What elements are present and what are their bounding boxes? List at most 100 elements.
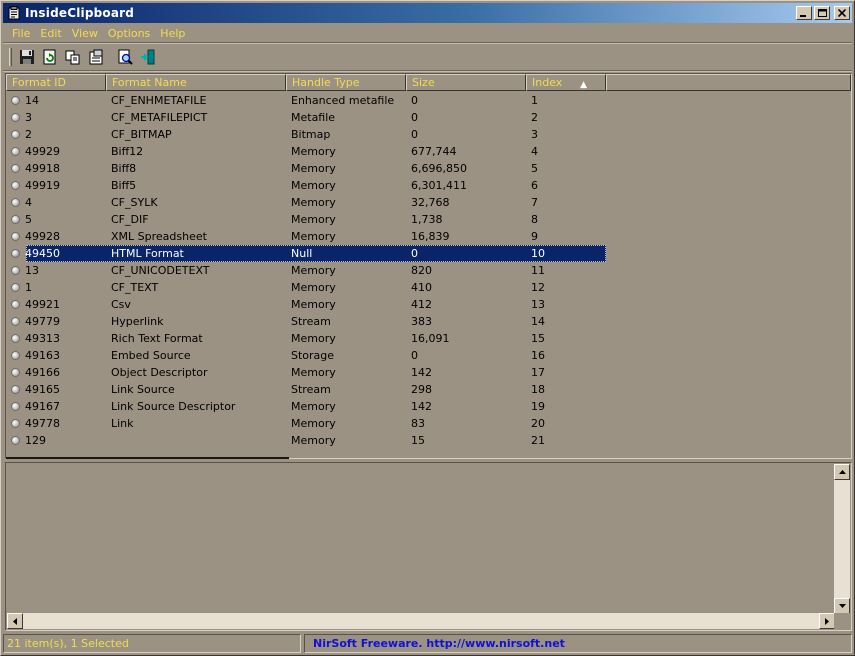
arrow-down-icon bbox=[838, 604, 846, 608]
pane-splitter[interactable] bbox=[6, 457, 289, 459]
table-row[interactable]: 2 CF_BITMAP Bitmap 0 3 bbox=[6, 126, 851, 143]
horizontal-scrollbar[interactable] bbox=[7, 613, 835, 629]
format-item-icon bbox=[11, 215, 20, 224]
table-row[interactable]: 49929 Biff12 Memory 677,744 4 bbox=[6, 143, 851, 160]
cell-index: 11 bbox=[531, 264, 545, 277]
format-id-text: 49167 bbox=[25, 400, 60, 413]
table-row[interactable]: 49928 XML Spreadsheet Memory 16,839 9 bbox=[6, 228, 851, 245]
menu-view[interactable]: View bbox=[67, 27, 103, 40]
cell-index: 2 bbox=[531, 111, 538, 124]
column-header-index[interactable]: Index ▲ bbox=[526, 74, 606, 91]
scroll-down-button[interactable] bbox=[834, 598, 850, 614]
menu-file[interactable]: File bbox=[7, 27, 35, 40]
table-row[interactable]: 49166 Object Descriptor Memory 142 17 bbox=[6, 364, 851, 381]
table-row[interactable]: 49919 Biff5 Memory 6,301,411 6 bbox=[6, 177, 851, 194]
cell-size: 142 bbox=[411, 366, 432, 379]
toolbar-grip[interactable] bbox=[9, 48, 12, 66]
toolbar-divider bbox=[3, 70, 852, 72]
cell-size: 383 bbox=[411, 315, 432, 328]
format-id-text: 49918 bbox=[25, 162, 60, 175]
cell-index: 10 bbox=[531, 247, 545, 260]
cell-size: 6,301,411 bbox=[411, 179, 467, 192]
refresh-button[interactable] bbox=[39, 47, 61, 67]
table-row[interactable]: 49779 Hyperlink Stream 383 14 bbox=[6, 313, 851, 330]
cell-index: 3 bbox=[531, 128, 538, 141]
column-header-handle-type[interactable]: Handle Type bbox=[286, 74, 406, 91]
cell-format-name: XML Spreadsheet bbox=[111, 230, 207, 243]
table-row[interactable]: 13 CF_UNICODETEXT Memory 820 11 bbox=[6, 262, 851, 279]
table-row[interactable]: 129 Memory 15 21 bbox=[6, 432, 851, 449]
minimize-button[interactable] bbox=[796, 6, 812, 20]
column-header-filler bbox=[606, 74, 851, 91]
save-button[interactable] bbox=[16, 47, 38, 67]
exit-button[interactable] bbox=[137, 47, 159, 67]
column-header-format-id[interactable]: Format ID bbox=[6, 74, 106, 91]
table-row[interactable]: 14 CF_ENHMETAFILE Enhanced metafile 0 1 bbox=[6, 92, 851, 109]
cell-format-id: 49450 bbox=[6, 247, 106, 260]
cell-format-name: CF_DIF bbox=[111, 213, 149, 226]
table-row[interactable]: 49163 Embed Source Storage 0 16 bbox=[6, 347, 851, 364]
table-row[interactable]: 5 CF_DIF Memory 1,738 8 bbox=[6, 211, 851, 228]
cell-size: 412 bbox=[411, 298, 432, 311]
format-item-icon bbox=[11, 436, 20, 445]
cell-index: 9 bbox=[531, 230, 538, 243]
table-row[interactable]: 49167 Link Source Descriptor Memory 142 19 bbox=[6, 398, 851, 415]
format-id-text: 129 bbox=[25, 434, 46, 447]
scroll-up-button[interactable] bbox=[834, 464, 850, 480]
table-row[interactable]: 49918 Biff8 Memory 6,696,850 5 bbox=[6, 160, 851, 177]
menu-help[interactable]: Help bbox=[155, 27, 190, 40]
status-credit-link[interactable]: NirSoft Freeware. http://www.nirsoft.net bbox=[304, 634, 852, 653]
vertical-scrollbar[interactable] bbox=[834, 464, 850, 614]
table-row[interactable]: 49450 HTML Format Null 0 10 bbox=[6, 245, 851, 262]
properties-button[interactable] bbox=[85, 47, 107, 67]
cell-size: 820 bbox=[411, 264, 432, 277]
cell-handle-type: Memory bbox=[291, 434, 336, 447]
table-row[interactable]: 49313 Rich Text Format Memory 16,091 15 bbox=[6, 330, 851, 347]
find-button[interactable] bbox=[114, 47, 136, 67]
cell-index: 1 bbox=[531, 94, 538, 107]
cell-handle-type: Memory bbox=[291, 145, 336, 158]
cell-format-name: Hyperlink bbox=[111, 315, 164, 328]
table-row[interactable]: 49778 Link Memory 83 20 bbox=[6, 415, 851, 432]
menu-edit[interactable]: Edit bbox=[35, 27, 66, 40]
scroll-left-button[interactable] bbox=[7, 613, 23, 629]
cell-size: 0 bbox=[411, 94, 418, 107]
copy-icon bbox=[65, 50, 80, 65]
format-item-icon bbox=[11, 198, 20, 207]
cell-handle-type: Memory bbox=[291, 417, 336, 430]
format-item-icon bbox=[11, 147, 20, 156]
table-row[interactable]: 49921 Csv Memory 412 13 bbox=[6, 296, 851, 313]
format-item-icon bbox=[11, 96, 20, 105]
cell-index: 21 bbox=[531, 434, 545, 447]
clipboard-format-list[interactable]: Format ID Format Name Handle Type Size I… bbox=[5, 73, 852, 459]
content-preview-pane[interactable] bbox=[5, 462, 852, 631]
format-item-icon bbox=[11, 351, 20, 360]
format-id-text: 49313 bbox=[25, 332, 60, 345]
main-window: InsideClipboard File Edit View Options H… bbox=[0, 0, 855, 656]
cell-format-name: HTML Format bbox=[111, 247, 184, 260]
cell-index: 13 bbox=[531, 298, 545, 311]
exit-icon bbox=[141, 49, 155, 65]
cell-index: 17 bbox=[531, 366, 545, 379]
format-item-icon bbox=[11, 232, 20, 241]
table-row[interactable]: 49165 Link Source Stream 298 18 bbox=[6, 381, 851, 398]
maximize-button[interactable] bbox=[814, 6, 830, 20]
table-row[interactable]: 4 CF_SYLK Memory 32,768 7 bbox=[6, 194, 851, 211]
menu-options[interactable]: Options bbox=[103, 27, 155, 40]
title-bar[interactable]: InsideClipboard bbox=[3, 3, 852, 23]
table-row[interactable]: 1 CF_TEXT Memory 410 12 bbox=[6, 279, 851, 296]
properties-icon bbox=[89, 49, 103, 65]
find-icon bbox=[118, 49, 133, 65]
format-id-text: 49778 bbox=[25, 417, 60, 430]
copy-button[interactable] bbox=[62, 47, 84, 67]
column-header-size[interactable]: Size bbox=[406, 74, 526, 91]
column-header-format-name[interactable]: Format Name bbox=[106, 74, 286, 91]
cell-size: 1,738 bbox=[411, 213, 443, 226]
cell-format-id: 49163 bbox=[6, 349, 106, 362]
cell-index: 8 bbox=[531, 213, 538, 226]
list-header: Format ID Format Name Handle Type Size I… bbox=[6, 74, 851, 91]
table-row[interactable]: 3 CF_METAFILEPICT Metafile 0 2 bbox=[6, 109, 851, 126]
cell-handle-type: Memory bbox=[291, 230, 336, 243]
close-button[interactable] bbox=[834, 6, 850, 20]
scroll-right-button[interactable] bbox=[819, 613, 835, 629]
